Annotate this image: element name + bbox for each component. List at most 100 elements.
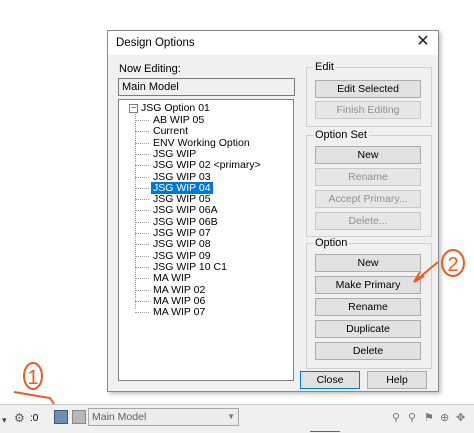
now-editing-field: Main Model: [118, 78, 295, 96]
worksets-value: :0: [30, 413, 39, 424]
tree-item[interactable]: MA WIP 06: [151, 295, 207, 307]
option-set-rename-button[interactable]: Rename: [315, 168, 421, 186]
option-set-group: Option Set New Rename Accept Primary... …: [306, 129, 432, 237]
close-button[interactable]: Close: [300, 371, 360, 389]
tree-connector: [135, 153, 149, 155]
tree-item[interactable]: JSG WIP 04: [151, 181, 213, 194]
drag-elements-icon[interactable]: ✥: [456, 411, 465, 424]
make-primary-button[interactable]: Make Primary: [315, 276, 421, 294]
tree-item-label: MA WIP 02: [153, 283, 206, 296]
annotation-circle-1: [23, 362, 43, 390]
option-set-new-button[interactable]: New: [315, 146, 421, 164]
select-by-face-icon[interactable]: ⊕: [440, 411, 449, 424]
tree-item-label: JSG WIP 02 <primary>: [153, 159, 261, 172]
option-group-label: Option: [313, 237, 350, 249]
tree-connector: [135, 221, 149, 223]
tree-item-label: MA WIP 07: [153, 306, 206, 319]
tree-item[interactable]: JSG WIP 06A: [151, 204, 220, 216]
edit-selected-button[interactable]: Edit Selected: [315, 80, 421, 98]
tree-item[interactable]: JSG WIP 08: [151, 238, 213, 250]
tree-item[interactable]: JSG WIP 02 <primary>: [151, 159, 263, 171]
tree-item[interactable]: JSG WIP 09: [151, 250, 213, 262]
option-set-delete-button[interactable]: Delete...: [315, 212, 421, 230]
tree-item-label: JSG WIP 06B: [153, 215, 218, 228]
tree-item[interactable]: JSG WIP 05: [151, 193, 213, 205]
option-group: Option New Make Primary Rename Duplicate…: [306, 237, 432, 369]
edit-group-label: Edit: [313, 61, 336, 73]
tree-item[interactable]: JSG WIP 03: [151, 171, 213, 183]
accept-primary-button[interactable]: Accept Primary...: [315, 190, 421, 208]
tree-connector: [135, 187, 149, 189]
chevron-down-icon: ▼: [227, 412, 235, 421]
tree-item-label: JSG WIP: [153, 147, 197, 160]
annotation-circle-2: [441, 249, 465, 277]
dialog-title: Design Options: [116, 37, 195, 49]
exclude-options-icon[interactable]: [72, 410, 86, 424]
tree-connector: [135, 165, 149, 167]
tree-connector: [135, 131, 149, 133]
status-bar: ▾ ⚙ :0 Main Model ▼ ⚲ ⚲ ⚑ ⊕ ✥: [0, 404, 474, 433]
option-new-button[interactable]: New: [315, 254, 421, 272]
tree-connector: [135, 199, 149, 201]
select-pinned-icon[interactable]: ⚑: [424, 411, 434, 424]
option-delete-button[interactable]: Delete: [315, 342, 421, 360]
title-bar[interactable]: Design Options ✕: [108, 31, 438, 55]
tree-root-label: JSG Option 01: [141, 102, 210, 114]
tree-item-label: JSG WIP 06A: [153, 204, 218, 217]
tree-item[interactable]: MA WIP: [151, 272, 193, 284]
tree-connector: [135, 233, 149, 234]
tree-connector: [135, 300, 149, 302]
tree-item-label: JSG WIP 05: [153, 193, 211, 206]
tree-item-label: JSG WIP 07: [153, 227, 211, 239]
tree-item-label: JSG WIP 08: [153, 238, 211, 251]
active-design-option-value: Main Model: [92, 411, 147, 423]
tree-item[interactable]: JSG WIP 06B: [151, 216, 220, 228]
option-duplicate-button[interactable]: Duplicate: [315, 320, 421, 338]
tree-item-label: AB WIP 05: [153, 114, 205, 126]
collapse-icon[interactable]: −: [129, 103, 138, 113]
help-button[interactable]: Help: [367, 371, 427, 389]
tree-item[interactable]: AB WIP 05: [151, 114, 206, 126]
annotation-number-1: 1: [27, 367, 38, 389]
tree-item-label: MA WIP 06: [153, 294, 206, 307]
tree-connector: [135, 176, 149, 178]
tree-item[interactable]: Current: [151, 125, 190, 137]
annotation-arrow-1: [13, 391, 55, 405]
tree-connector: [135, 120, 149, 121]
tree-item-label: JSG WIP 03: [153, 170, 211, 183]
tree-connector: [135, 142, 149, 144]
tree-connector: [135, 210, 149, 212]
select-links-icon[interactable]: ⚲: [392, 411, 400, 424]
tree-connector: [135, 244, 149, 246]
tree-connector: [135, 255, 149, 257]
worksets-icon[interactable]: ⚙: [14, 411, 28, 425]
tree-item-label: Current: [153, 125, 189, 138]
design-options-icon[interactable]: [54, 410, 68, 424]
select-underlay-icon[interactable]: ⚲: [408, 411, 416, 424]
active-design-option-select[interactable]: Main Model ▼: [88, 408, 239, 426]
tree-item[interactable]: ENV Working Option: [151, 137, 252, 149]
tree-connector: [135, 266, 149, 268]
annotation-number-2: 2: [447, 254, 458, 276]
tree-item-label: ENV Working Option: [153, 136, 250, 149]
tree-connector: [135, 289, 149, 291]
tree-root-option-set[interactable]: − JSG Option 01: [129, 102, 210, 114]
tree-item[interactable]: MA WIP 07: [151, 306, 207, 318]
design-options-tree[interactable]: − JSG Option 01 AB WIP 05 Current ENV Worki…: [118, 99, 294, 381]
tree-item-label: JSG WIP 04: [151, 181, 213, 194]
now-editing-label: Now Editing:: [119, 63, 181, 75]
finish-editing-button[interactable]: Finish Editing: [315, 101, 421, 119]
tree-item-label: JSG WIP 09: [153, 249, 211, 262]
edit-group: Edit Edit Selected Finish Editing: [306, 61, 432, 127]
close-icon[interactable]: ✕: [414, 33, 432, 51]
tree-item-label: JSG WIP 10 C1: [153, 260, 227, 273]
dropdown-arrow-icon[interactable]: ▾: [2, 415, 7, 426]
tree-item[interactable]: JSG WIP: [151, 148, 198, 160]
tree-item[interactable]: MA WIP 02: [151, 284, 207, 296]
tree-item[interactable]: JSG WIP 10 C1: [151, 261, 229, 273]
option-set-group-label: Option Set: [313, 129, 369, 141]
tree-item[interactable]: JSG WIP 07: [151, 227, 213, 239]
design-options-dialog: Design Options ✕ Now Editing: Main Model…: [107, 30, 439, 392]
tree-connector: [135, 278, 149, 280]
option-rename-button[interactable]: Rename: [315, 298, 421, 316]
